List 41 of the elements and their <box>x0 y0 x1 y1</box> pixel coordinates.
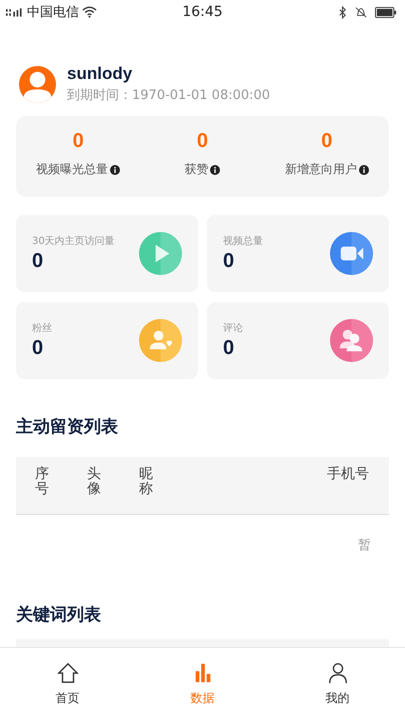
home-icon <box>56 662 78 684</box>
column-header: 头像 <box>87 467 102 496</box>
people-icon <box>330 319 373 362</box>
tile-value: 0 <box>223 250 236 273</box>
person-icon <box>326 662 348 684</box>
tile-label: 粉丝 <box>32 322 52 335</box>
stat-label: 新增意向用户 <box>284 161 357 178</box>
avatar-icon <box>18 64 57 104</box>
section-title: 关键词列表 <box>16 604 102 627</box>
tile-value: 0 <box>223 337 236 360</box>
tile-label: 评论 <box>223 322 243 335</box>
column-header: 昵称 <box>139 467 154 496</box>
tile-value: 0 <box>32 250 44 273</box>
video-camera-icon <box>330 232 373 275</box>
info-icon[interactable] <box>110 164 120 174</box>
bell-muted-icon <box>355 6 367 18</box>
tile-value: 0 <box>32 337 44 360</box>
bluetooth-icon <box>338 6 347 18</box>
tile-label: 30天内主页访问量 <box>32 234 115 248</box>
user-name: sunlody <box>67 64 134 84</box>
stat-value: 0 <box>196 130 208 153</box>
expiry-date: 到期时间：1970-01-01 08:00:00 <box>67 87 270 104</box>
column-header: 序号 <box>35 467 50 496</box>
tile-label: 视频总量 <box>223 234 263 248</box>
status-time: 16:45 <box>182 4 223 20</box>
play-icon <box>139 232 182 275</box>
info-icon[interactable] <box>358 164 369 174</box>
stat-label: 获赞 <box>184 161 208 178</box>
column-header: 手机号 <box>327 467 369 482</box>
tab-item[interactable]: 首页 <box>0 648 135 720</box>
empty-text: 暂 <box>358 537 371 554</box>
stat-value: 0 <box>321 130 332 153</box>
wifi-icon <box>82 6 97 18</box>
stat-value: 0 <box>72 130 84 153</box>
section-title: 主动留资列表 <box>16 416 119 439</box>
carrier-name: 中国电信 <box>27 4 79 21</box>
stat-label: 视频曝光总量 <box>36 161 108 178</box>
signal-icon <box>6 6 24 18</box>
battery-icon <box>375 6 397 18</box>
info-icon[interactable] <box>210 164 220 174</box>
tab-item[interactable]: 我的 <box>270 648 405 720</box>
